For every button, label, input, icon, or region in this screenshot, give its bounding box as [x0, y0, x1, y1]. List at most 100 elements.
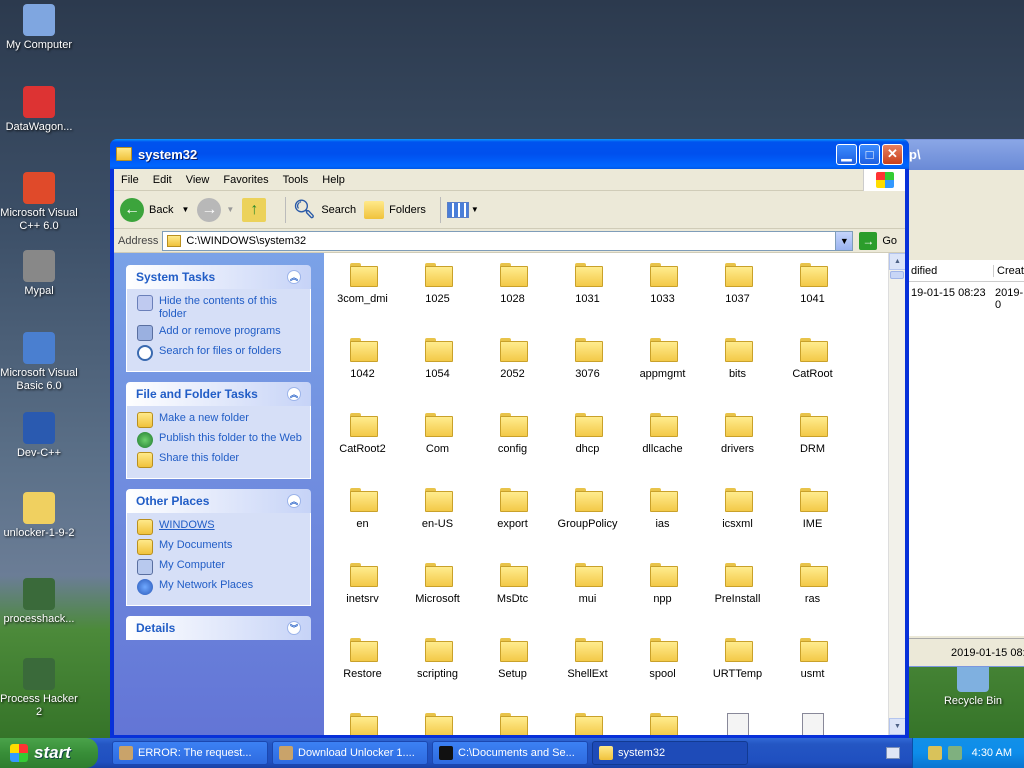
title-bar[interactable]: system32 ▁ □ ✕: [110, 139, 909, 169]
vertical-scrollbar[interactable]: ▲ ▼: [888, 253, 905, 735]
details-header[interactable]: Details ︾: [126, 616, 311, 640]
collapse-icon[interactable]: ︽: [287, 387, 301, 401]
task-download[interactable]: Download Unlocker 1....: [272, 741, 428, 765]
share-folder-link[interactable]: Share this folder: [137, 452, 304, 468]
desktop-icon-zip-folder[interactable]: unlocker-1-9-2: [0, 492, 78, 540]
folder-item[interactable]: 1028: [475, 263, 550, 305]
hide-contents-link[interactable]: Hide the contents of this folder: [137, 295, 304, 321]
windows-place-link[interactable]: WINDOWS: [137, 519, 304, 535]
menu-favorites[interactable]: Favorites: [216, 174, 275, 186]
folder-item[interactable]: 1041: [775, 263, 850, 305]
keyboard-icon[interactable]: [886, 747, 900, 759]
folder-item[interactable]: 1054: [400, 338, 475, 380]
my-network-places-link[interactable]: My Network Places: [137, 579, 304, 595]
menu-help[interactable]: Help: [315, 174, 352, 186]
maximize-button[interactable]: □: [859, 143, 880, 165]
folder-item[interactable]: URTTemp: [700, 638, 775, 680]
desktop-icon-recycle-bin[interactable]: Recycle Bin: [934, 660, 1012, 708]
task-documents[interactable]: C:\Documents and Se...: [432, 741, 588, 765]
desktop-icon-dev-cpp[interactable]: Dev-C++: [0, 412, 78, 460]
folders-button[interactable]: Folders: [364, 200, 426, 219]
collapse-icon[interactable]: ︽: [287, 494, 301, 508]
folder-item[interactable]: 1037: [700, 263, 775, 305]
my-computer-link[interactable]: My Computer: [137, 559, 304, 575]
folder-item[interactable]: [325, 713, 400, 735]
folder-item[interactable]: 3076: [550, 338, 625, 380]
folder-item[interactable]: npp: [625, 563, 700, 605]
folder-item[interactable]: PreInstall: [700, 563, 775, 605]
chevron-down-icon[interactable]: ▼: [181, 205, 189, 214]
desktop-icon-datawagon[interactable]: DataWagon...: [0, 86, 78, 134]
publish-web-link[interactable]: Publish this folder to the Web: [137, 432, 304, 448]
folder-item[interactable]: inetsrv: [325, 563, 400, 605]
file-item[interactable]: [700, 713, 775, 735]
folder-item[interactable]: icsxml: [700, 488, 775, 530]
folder-item[interactable]: Restore: [325, 638, 400, 680]
folder-item[interactable]: 1025: [400, 263, 475, 305]
make-new-folder-link[interactable]: Make a new folder: [137, 412, 304, 428]
chevron-down-icon[interactable]: ▼: [226, 205, 234, 214]
explorer-window[interactable]: system32 ▁ □ ✕ File Edit View Favorites …: [110, 139, 909, 738]
up-folder-button[interactable]: ↑: [242, 197, 271, 222]
folder-item[interactable]: ShellExt: [550, 638, 625, 680]
desktop-icon-process-hacker[interactable]: processhack...: [0, 578, 78, 626]
menu-edit[interactable]: Edit: [146, 174, 179, 186]
folder-item[interactable]: Com: [400, 413, 475, 455]
task-system32[interactable]: system32: [592, 741, 748, 765]
folder-item[interactable]: export: [475, 488, 550, 530]
address-input[interactable]: C:\WINDOWS\system32 ▼: [162, 230, 854, 251]
folder-item[interactable]: MsDtc: [475, 563, 550, 605]
folder-item[interactable]: config: [475, 413, 550, 455]
add-remove-programs-link[interactable]: Add or remove programs: [137, 325, 304, 341]
folder-item[interactable]: en-US: [400, 488, 475, 530]
folder-item[interactable]: 1042: [325, 338, 400, 380]
folder-item[interactable]: 3com_dmi: [325, 263, 400, 305]
column-created[interactable]: Create: [993, 265, 1024, 277]
folder-item[interactable]: ras: [775, 563, 850, 605]
scroll-down-button[interactable]: ▼: [889, 718, 905, 735]
folder-item[interactable]: DRM: [775, 413, 850, 455]
desktop-icon-mypal[interactable]: Mypal: [0, 250, 78, 298]
folder-item[interactable]: GroupPolicy: [550, 488, 625, 530]
minimize-button[interactable]: ▁: [836, 143, 857, 165]
folder-item[interactable]: usmt: [775, 638, 850, 680]
views-button[interactable]: ▼: [446, 201, 479, 218]
desktop-icon-process-hacker[interactable]: Process Hacker 2: [0, 658, 78, 719]
folder-item[interactable]: CatRoot2: [325, 413, 400, 455]
expand-icon[interactable]: ︾: [287, 621, 301, 635]
background-column-header[interactable]: dified Create: [909, 260, 1024, 282]
folder-item[interactable]: 2052: [475, 338, 550, 380]
folder-item[interactable]: 1031: [550, 263, 625, 305]
folder-item[interactable]: 1033: [625, 263, 700, 305]
background-row[interactable]: 19-01-15 08:23 2019-0: [909, 284, 1024, 311]
folder-item[interactable]: [475, 713, 550, 735]
forward-button[interactable]: → ▼: [197, 197, 234, 222]
scroll-thumb[interactable]: [890, 271, 904, 279]
address-dropdown-button[interactable]: ▼: [835, 231, 853, 250]
folder-item[interactable]: [625, 713, 700, 735]
folder-item[interactable]: mui: [550, 563, 625, 605]
folder-item[interactable]: IME: [775, 488, 850, 530]
file-item[interactable]: [775, 713, 850, 735]
system-tasks-header[interactable]: System Tasks ︽: [126, 265, 311, 289]
folder-item[interactable]: dllcache: [625, 413, 700, 455]
desktop-icon-visual-basic[interactable]: Microsoft Visual Basic 6.0: [0, 332, 78, 393]
menu-tools[interactable]: Tools: [276, 174, 316, 186]
back-button[interactable]: ← Back ▼: [120, 197, 189, 222]
scroll-up-button[interactable]: ▲: [889, 253, 905, 270]
desktop-icon-my-computer[interactable]: My Computer: [0, 4, 78, 52]
folder-item[interactable]: dhcp: [550, 413, 625, 455]
folder-item[interactable]: scripting: [400, 638, 475, 680]
start-button[interactable]: start: [0, 738, 98, 768]
folder-item[interactable]: [400, 713, 475, 735]
task-error[interactable]: ERROR: The request...: [112, 741, 268, 765]
tools-icon[interactable]: [927, 746, 942, 760]
clock[interactable]: 4:30 AM: [972, 747, 1012, 759]
search-button[interactable]: 🔍︎ Search: [292, 198, 356, 222]
file-folder-tasks-header[interactable]: File and Folder Tasks ︽: [126, 382, 311, 406]
folder-item[interactable]: ias: [625, 488, 700, 530]
menu-file[interactable]: File: [114, 174, 146, 186]
close-button[interactable]: ✕: [882, 143, 903, 165]
search-files-link[interactable]: Search for files or folders: [137, 345, 304, 361]
other-places-header[interactable]: Other Places ︽: [126, 489, 311, 513]
